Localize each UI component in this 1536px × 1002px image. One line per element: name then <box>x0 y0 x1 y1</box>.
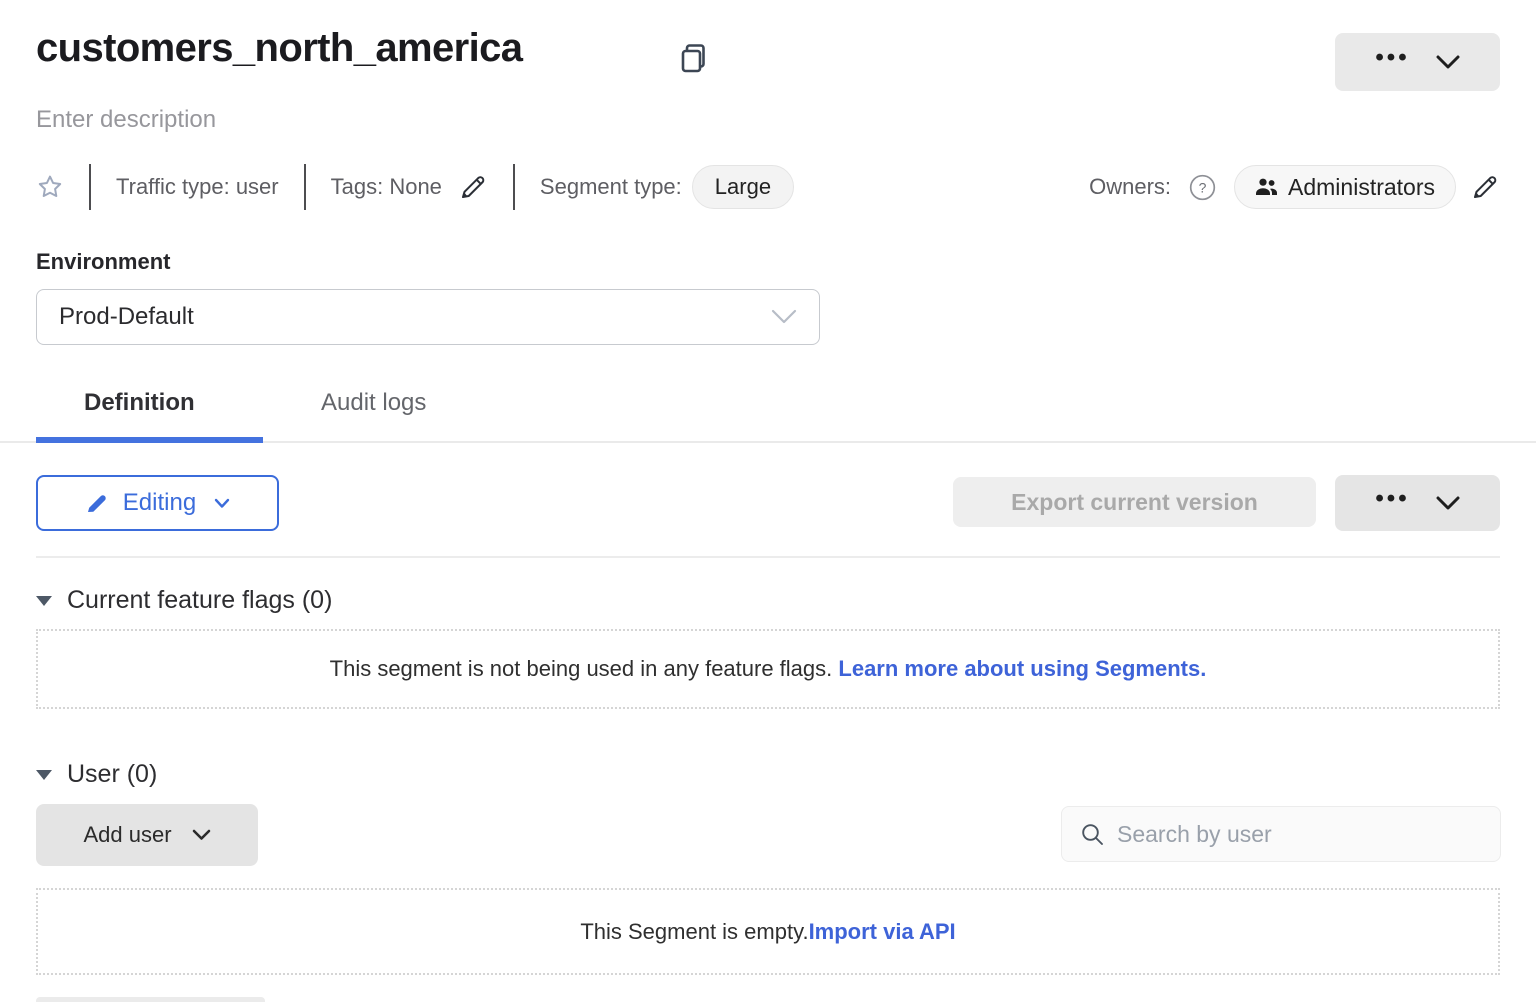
pencil-icon <box>85 491 109 515</box>
traffic-type-label: Traffic type: user <box>116 174 279 200</box>
editing-mode-button[interactable]: Editing <box>36 475 279 531</box>
environment-label: Environment <box>36 249 170 275</box>
environment-selected-value: Prod-Default <box>59 303 194 331</box>
header-more-options-button[interactable]: ••• <box>1335 33 1500 91</box>
star-icon <box>36 173 64 201</box>
add-user-label: Add user <box>83 822 171 848</box>
learn-more-segments-link[interactable]: Learn more about using Segments. <box>838 656 1206 681</box>
favorite-star-button[interactable] <box>36 173 64 201</box>
owners-help-button[interactable]: ? <box>1189 174 1216 201</box>
environment-select[interactable]: Prod-Default <box>36 289 820 345</box>
tags-label: Tags: None <box>331 174 442 200</box>
search-by-user-input[interactable] <box>1117 821 1482 848</box>
copy-icon <box>679 43 711 75</box>
chevron-down-icon <box>1436 496 1460 511</box>
feature-flags-empty-text: This segment is not being used in any fe… <box>330 656 839 681</box>
svg-text:?: ? <box>1199 179 1207 195</box>
add-user-button[interactable]: Add user <box>36 804 258 866</box>
more-options-icon: ••• <box>1375 46 1409 78</box>
active-tab-underline <box>36 437 263 443</box>
collapse-triangle-icon <box>36 596 52 606</box>
feature-flags-empty-state: This segment is not being used in any fe… <box>36 629 1500 709</box>
pencil-icon <box>458 172 488 202</box>
page-title: customers_north_america <box>36 26 522 71</box>
copy-name-button[interactable] <box>679 42 711 76</box>
meta-divider <box>304 164 306 210</box>
user-section-toggle[interactable]: User (0) <box>36 760 157 789</box>
owners-group: Owners: ? Administrators <box>1089 165 1500 209</box>
meta-divider <box>513 164 515 210</box>
chevron-down-icon <box>214 498 230 509</box>
tab-audit-logs[interactable]: Audit logs <box>321 389 426 417</box>
owners-badge[interactable]: Administrators <box>1234 165 1456 209</box>
collapse-triangle-icon <box>36 770 52 780</box>
owners-value: Administrators <box>1288 174 1435 201</box>
help-circle-icon: ? <box>1189 174 1216 201</box>
segment-empty-text: This Segment is empty. <box>580 919 808 944</box>
chevron-down-icon <box>1436 55 1460 70</box>
feature-flags-section-toggle[interactable]: Current feature flags (0) <box>36 586 332 615</box>
people-icon <box>1255 177 1278 197</box>
more-options-icon: ••• <box>1375 487 1409 519</box>
meta-divider <box>89 164 91 210</box>
user-empty-state: This Segment is empty.Import via API <box>36 888 1500 975</box>
toolbar-more-options-button[interactable]: ••• <box>1335 475 1500 531</box>
search-icon <box>1080 822 1105 847</box>
tab-definition[interactable]: Definition <box>84 389 195 417</box>
edit-owners-button[interactable] <box>1470 172 1500 202</box>
segment-type-label: Segment type: <box>540 174 682 200</box>
owners-label: Owners: <box>1089 174 1171 200</box>
pencil-icon <box>1470 172 1500 202</box>
segment-type-badge: Large <box>692 165 794 209</box>
feature-flags-section-title: Current feature flags (0) <box>67 586 332 615</box>
cutoff-element-edge <box>36 997 265 1002</box>
section-divider <box>36 556 1500 558</box>
chevron-down-icon <box>192 829 211 841</box>
export-current-version-button[interactable]: Export current version <box>953 477 1316 527</box>
chevron-down-icon <box>771 309 797 325</box>
editing-label: Editing <box>123 489 196 517</box>
user-section-title: User (0) <box>67 760 157 789</box>
segment-meta-row: Traffic type: user Tags: None Segment ty… <box>36 163 1500 211</box>
import-via-api-link[interactable]: Import via API <box>809 919 956 944</box>
edit-tags-button[interactable] <box>458 172 488 202</box>
user-search-container <box>1061 806 1501 862</box>
description-field[interactable]: Enter description <box>36 106 216 134</box>
